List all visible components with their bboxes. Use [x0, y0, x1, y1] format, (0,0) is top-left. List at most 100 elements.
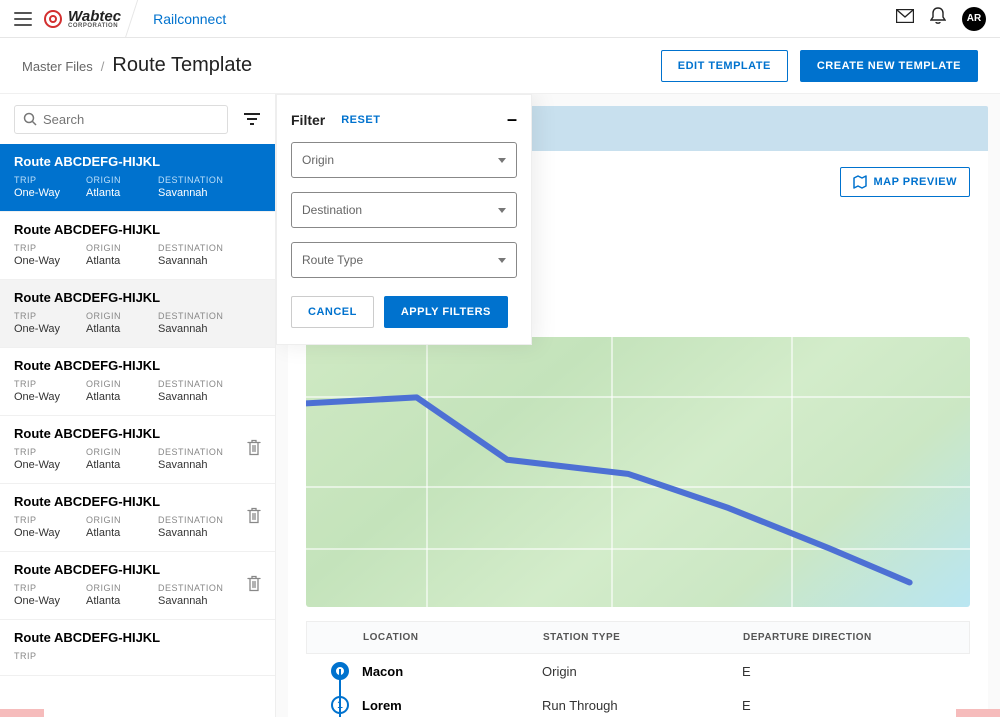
- route-card[interactable]: Route ABCDEFG-HIJKL TRIPOne-Way ORIGINAt…: [0, 348, 275, 416]
- th-location: LOCATION: [363, 632, 543, 643]
- search-box[interactable]: [14, 105, 228, 134]
- stop-direction: E: [742, 698, 958, 713]
- trash-icon[interactable]: [247, 575, 261, 596]
- origin-label: ORIGIN: [86, 515, 158, 525]
- stops-table: LOCATION STATION TYPE DEPARTURE DIRECTIO…: [306, 621, 970, 717]
- product-tab[interactable]: Railconnect: [131, 1, 248, 37]
- route-title: Route ABCDEFG-HIJKL: [14, 426, 261, 441]
- filter-toggle-icon[interactable]: [238, 104, 265, 134]
- origin-value: Atlanta: [86, 527, 158, 539]
- search-icon: [23, 112, 37, 126]
- map-preview-button[interactable]: MAP PREVIEW: [840, 167, 970, 197]
- search-input[interactable]: [43, 112, 219, 127]
- origin-label: ORIGIN: [86, 175, 158, 185]
- brand-logo[interactable]: Wabtec CORPORATION: [44, 8, 121, 29]
- chevron-down-icon: [498, 158, 506, 163]
- avatar[interactable]: AR: [962, 7, 986, 31]
- brand-subtitle: CORPORATION: [68, 23, 121, 29]
- filter-cancel-button[interactable]: CANCEL: [291, 296, 374, 328]
- th-departure-direction: DEPARTURE DIRECTION: [743, 632, 957, 643]
- destination-label: DESTINATION: [158, 379, 230, 389]
- destination-label: DESTINATION: [158, 243, 230, 253]
- trip-label: TRIP: [14, 379, 86, 389]
- trash-icon[interactable]: [247, 507, 261, 528]
- destination-value: Savannah: [158, 459, 230, 471]
- filter-origin-select[interactable]: Origin: [291, 142, 517, 178]
- route-card[interactable]: Route ABCDEFG-HIJKL TRIP One-Way ORIGIN At…: [0, 484, 275, 552]
- trip-label: TRIP: [14, 311, 86, 321]
- th-station-type: STATION TYPE: [543, 632, 743, 643]
- origin-label: ORIGIN: [86, 311, 158, 321]
- route-card[interactable]: Route ABCDEFG-HIJKL TRIPOne-Way ORIGINAt…: [0, 280, 275, 348]
- filter-reset-button[interactable]: RESET: [341, 114, 380, 126]
- subbar: Master Files / Route Template EDIT TEMPL…: [0, 38, 1000, 94]
- map-icon: [853, 175, 867, 189]
- map-preview-label: MAP PREVIEW: [873, 176, 957, 188]
- origin-value: Atlanta: [86, 595, 158, 607]
- trip-label: TRIP: [14, 175, 86, 185]
- mail-icon[interactable]: [896, 9, 914, 28]
- breadcrumb-parent[interactable]: Master Files: [22, 59, 93, 74]
- destination-value: Savannah: [158, 391, 230, 403]
- trip-label: TRIP: [14, 583, 86, 593]
- trip-value: One-Way: [14, 527, 86, 539]
- trip-value: One-Way: [14, 391, 86, 403]
- edit-template-button[interactable]: EDIT TEMPLATE: [661, 50, 788, 82]
- origin-label: ORIGIN: [86, 583, 158, 593]
- origin-label: ORIGIN: [86, 447, 158, 457]
- filter-apply-button[interactable]: APPLY FILTERS: [384, 296, 508, 328]
- route-card[interactable]: Route ABCDEFG-HIJKL TRIPOne-Way ORIGINAt…: [0, 552, 275, 620]
- trash-icon[interactable]: [247, 439, 261, 460]
- decorative-edge: [956, 709, 1000, 717]
- chevron-down-icon: [498, 208, 506, 213]
- origin-value: Atlanta: [86, 255, 158, 267]
- trip-label: TRIP: [14, 515, 86, 525]
- route-title: Route ABCDEFG-HIJKL: [14, 154, 261, 169]
- trip-label: TRIP: [14, 447, 86, 457]
- destination-value: Savannah: [158, 595, 230, 607]
- destination-label: DESTINATION: [158, 447, 230, 457]
- close-icon[interactable]: –: [507, 109, 517, 130]
- stop-type: Run Through: [542, 698, 742, 713]
- table-row[interactable]: Macon Origin E: [306, 654, 970, 688]
- create-template-button[interactable]: CREATE NEW TEMPLATE: [800, 50, 978, 82]
- origin-value: Atlanta: [86, 391, 158, 403]
- stop-location: Lorem: [362, 698, 542, 713]
- menu-icon[interactable]: [14, 12, 32, 26]
- route-polyline: [306, 337, 970, 607]
- destination-label: DESTINATION: [158, 175, 230, 185]
- route-card[interactable]: Route ABCDEFG-HIJKL TRIP One-Way ORIGIN At…: [0, 416, 275, 484]
- origin-value: Atlanta: [86, 187, 158, 199]
- stops-table-body: Macon Origin E 1 Lorem Run Through E 2 S…: [306, 654, 970, 717]
- stop-direction: E: [742, 664, 958, 679]
- destination-label: DESTINATION: [158, 583, 230, 593]
- filter-destination-select[interactable]: Destination: [291, 192, 517, 228]
- destination-label: DESTINATION: [158, 311, 230, 321]
- stop-type: Origin: [542, 664, 742, 679]
- trip-value: One-Way: [14, 255, 86, 267]
- origin-label: ORIGIN: [86, 379, 158, 389]
- destination-value: Savannah: [158, 255, 230, 267]
- origin-value: Atlanta: [86, 459, 158, 471]
- route-card[interactable]: Route ABCDEFG-HIJKL TRIP: [0, 620, 275, 676]
- filter-route-type-label: Route Type: [302, 253, 363, 267]
- map-preview[interactable]: [306, 337, 970, 607]
- route-title: Route ABCDEFG-HIJKL: [14, 222, 261, 237]
- content: Route ABCDEFG-HIJKL DESTINATIONSavannah …: [276, 94, 1000, 717]
- brand-mark-icon: [44, 10, 62, 28]
- trip-label: TRIP: [14, 651, 86, 661]
- destination-value: Savannah: [158, 323, 230, 335]
- filter-route-type-select[interactable]: Route Type: [291, 242, 517, 278]
- bell-icon[interactable]: [930, 7, 946, 30]
- sidebar: Route ABCDEFG-HIJKL TRIP One-Way ORIGIN At…: [0, 94, 276, 717]
- topbar: Wabtec CORPORATION Railconnect AR: [0, 0, 1000, 38]
- stop-location: Macon: [362, 664, 542, 679]
- filter-destination-label: Destination: [302, 203, 362, 217]
- route-title: Route ABCDEFG-HIJKL: [14, 494, 261, 509]
- trip-value: One-Way: [14, 459, 86, 471]
- trip-value: One-Way: [14, 323, 86, 335]
- table-row[interactable]: 1 Lorem Run Through E: [306, 688, 970, 717]
- route-card[interactable]: Route ABCDEFG-HIJKL TRIPOne-Way ORIGINAt…: [0, 144, 275, 212]
- route-card[interactable]: Route ABCDEFG-HIJKL TRIPOne-Way ORIGINAt…: [0, 212, 275, 280]
- decorative-edge: [0, 709, 44, 717]
